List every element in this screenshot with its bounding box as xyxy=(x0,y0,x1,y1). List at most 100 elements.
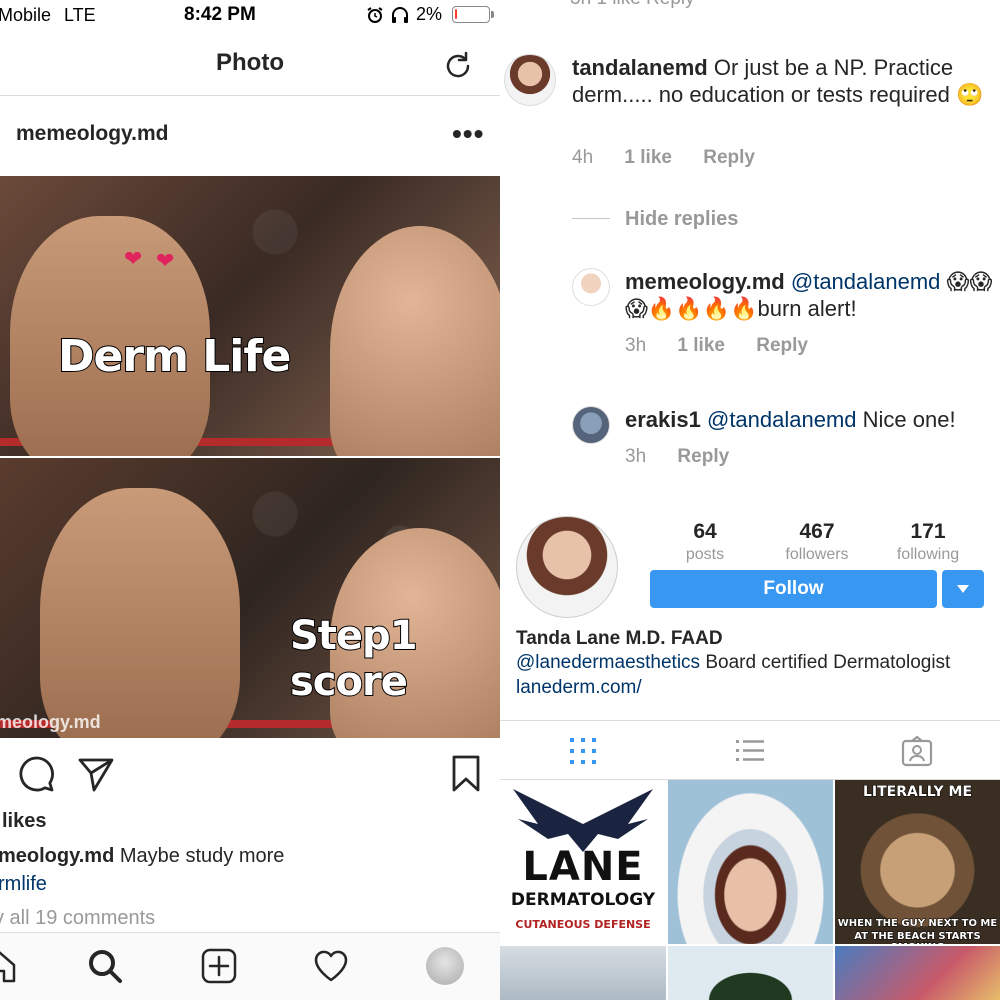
caption-username[interactable]: meology.md xyxy=(0,845,114,867)
home-icon[interactable] xyxy=(0,947,18,985)
previous-comment-meta: 3h 1 like Reply xyxy=(570,0,695,10)
profile-website-link[interactable]: lanederm.com/ xyxy=(516,677,642,699)
heart-eye-right: ❤ xyxy=(156,248,175,273)
bookmark-icon[interactable] xyxy=(446,754,486,794)
avatar[interactable] xyxy=(504,54,556,106)
following-label: following xyxy=(896,546,960,563)
comment-icon[interactable] xyxy=(17,754,57,794)
grid-post-lane-logo[interactable]: LANE DERMATOLOGY CUTANEOUS DEFENSE xyxy=(500,780,666,944)
bio-mention[interactable]: @lanedermaesthetics xyxy=(516,652,700,673)
avatar[interactable] xyxy=(572,268,610,306)
grid-icon[interactable] xyxy=(567,735,599,767)
profile-avatar[interactable] xyxy=(516,516,618,618)
post-detail-screen: Mobile LTE 8:42 PM 2% Photo memeology.md xyxy=(0,0,500,1000)
clock: 8:42 PM xyxy=(184,4,256,25)
profile-tabs xyxy=(500,720,1000,780)
reply-meta: 3h 1 like Reply xyxy=(625,335,834,357)
chevron-down-icon xyxy=(957,585,969,593)
heart-eye-left: ❤ xyxy=(124,246,143,271)
posts-stat[interactable]: 64 posts xyxy=(650,520,760,564)
battery-icon xyxy=(452,6,495,23)
nav-bar: Photo xyxy=(0,30,500,96)
profile-preview: 64 posts 467 followers 171 following Fol… xyxy=(500,512,1000,722)
meme-caption-top: Derm Life xyxy=(57,330,292,383)
grid-post-painting[interactable] xyxy=(835,946,1000,1000)
share-icon[interactable] xyxy=(76,754,116,794)
reply-comment-1: memeology.md @tandalanemd 😱😱😱🔥🔥🔥🔥burn al… xyxy=(625,268,1000,322)
following-stat[interactable]: 171 following xyxy=(873,520,983,564)
comment-username[interactable]: tandalanemd xyxy=(572,55,708,80)
headphones-icon xyxy=(392,6,408,23)
followers-label: followers xyxy=(785,546,849,563)
post-actions xyxy=(0,740,500,810)
comments-and-profile-screen: 3h 1 like Reply tandalanemd Or just be a… xyxy=(500,0,1000,1000)
reply-button[interactable]: Reply xyxy=(677,446,729,467)
view-all-comments-link[interactable]: v all 19 comments xyxy=(0,907,155,930)
status-bar: Mobile LTE 8:42 PM 2% xyxy=(0,0,500,30)
grid-post-cat-meme[interactable]: LITERALLY ME WHEN THE GUY NEXT TO ME AT … xyxy=(835,780,1000,944)
post-caption: meology.md Maybe study more xyxy=(0,845,284,868)
reply-mention[interactable]: @tandalanemd xyxy=(791,269,941,294)
list-icon[interactable] xyxy=(734,735,766,767)
ellipsis-icon[interactable]: ••• xyxy=(452,118,484,150)
reply-mention[interactable]: @tandalanemd xyxy=(707,407,857,432)
meme-panel-top: ❤ ❤ Derm Life xyxy=(0,176,500,456)
followers-count: 467 xyxy=(799,520,835,543)
comment-meta: 4h 1 like Reply xyxy=(572,147,781,169)
post-image[interactable]: ❤ ❤ Derm Life Step1 score meology.md xyxy=(0,176,500,738)
reply-username[interactable]: erakis1 xyxy=(625,407,701,432)
meme-caption-bottom: Step1 score xyxy=(289,612,419,706)
profile-avatar-tab[interactable] xyxy=(426,947,464,985)
cat-meme-bottom-text-1: WHEN THE GUY NEXT TO ME xyxy=(837,918,998,930)
grid-post-palm[interactable] xyxy=(668,946,833,1000)
add-post-icon[interactable] xyxy=(200,947,238,985)
bio-text: Board certified Dermatologist xyxy=(705,652,951,673)
cat-meme-bottom-text-2: AT THE BEACH STARTS SMOKING xyxy=(854,931,981,945)
reply-likes[interactable]: 1 like xyxy=(677,335,725,356)
caption-text: Maybe study more xyxy=(119,845,285,867)
refresh-icon[interactable] xyxy=(440,48,476,84)
reply-meta: 3h Reply xyxy=(625,446,755,468)
posts-label: posts xyxy=(685,546,725,563)
hide-replies-button[interactable]: Hide replies xyxy=(625,208,738,231)
avatar[interactable] xyxy=(572,406,610,444)
meme-panel-bottom: Step1 score meology.md xyxy=(0,458,500,738)
search-icon[interactable] xyxy=(86,947,124,985)
suggestions-dropdown-button[interactable] xyxy=(942,570,984,608)
reply-time: 3h xyxy=(625,446,647,467)
grid-post-sky[interactable] xyxy=(500,946,666,1000)
tagged-icon[interactable] xyxy=(901,735,933,767)
reply-username[interactable]: memeology.md xyxy=(625,269,785,294)
reply-button[interactable]: Reply xyxy=(756,335,808,356)
comment-time: 4h xyxy=(572,147,594,168)
page-title: Photo xyxy=(216,49,284,76)
meme-watermark: meology.md xyxy=(0,712,101,732)
status-icons: 2% xyxy=(366,4,495,25)
battery-level xyxy=(455,9,457,19)
post-header: memeology.md ••• xyxy=(0,96,500,176)
cat-meme-top-text: LITERALLY ME xyxy=(862,784,973,801)
following-count: 171 xyxy=(910,520,946,543)
profile-bio: @lanedermaesthetics Board certified Derm… xyxy=(516,652,950,674)
reply-button[interactable]: Reply xyxy=(703,147,755,168)
likes-count[interactable]: likes xyxy=(2,810,46,833)
divider xyxy=(572,218,610,219)
battery-percent: 2% xyxy=(416,4,443,24)
reply-comment-2: erakis1 @tandalanemd Nice one! xyxy=(625,406,1000,433)
followers-stat[interactable]: 467 followers xyxy=(762,520,872,564)
follow-button[interactable]: Follow xyxy=(650,570,937,608)
network-label: LTE xyxy=(64,5,96,25)
lane-logo-tagline: CUTANEOUS DEFENSE xyxy=(515,918,651,931)
reply-time: 3h xyxy=(625,335,647,356)
grid-post-selfie[interactable] xyxy=(668,780,833,944)
post-username[interactable]: memeology.md xyxy=(16,122,168,146)
comment-main: tandalanemd Or just be a NP. Practice de… xyxy=(572,54,997,108)
carrier-label: Mobile xyxy=(0,5,52,25)
lane-logo-subtitle: DERMATOLOGY xyxy=(510,890,656,910)
comment-likes[interactable]: 1 like xyxy=(624,147,672,168)
caption-hashtag[interactable]: rmlife xyxy=(0,873,47,896)
heart-icon[interactable] xyxy=(312,947,350,985)
profile-name: Tanda Lane M.D. FAAD xyxy=(516,628,723,649)
profile-post-grid: LANE DERMATOLOGY CUTANEOUS DEFENSE LITER… xyxy=(500,780,1000,1000)
posts-count: 64 xyxy=(693,520,717,543)
